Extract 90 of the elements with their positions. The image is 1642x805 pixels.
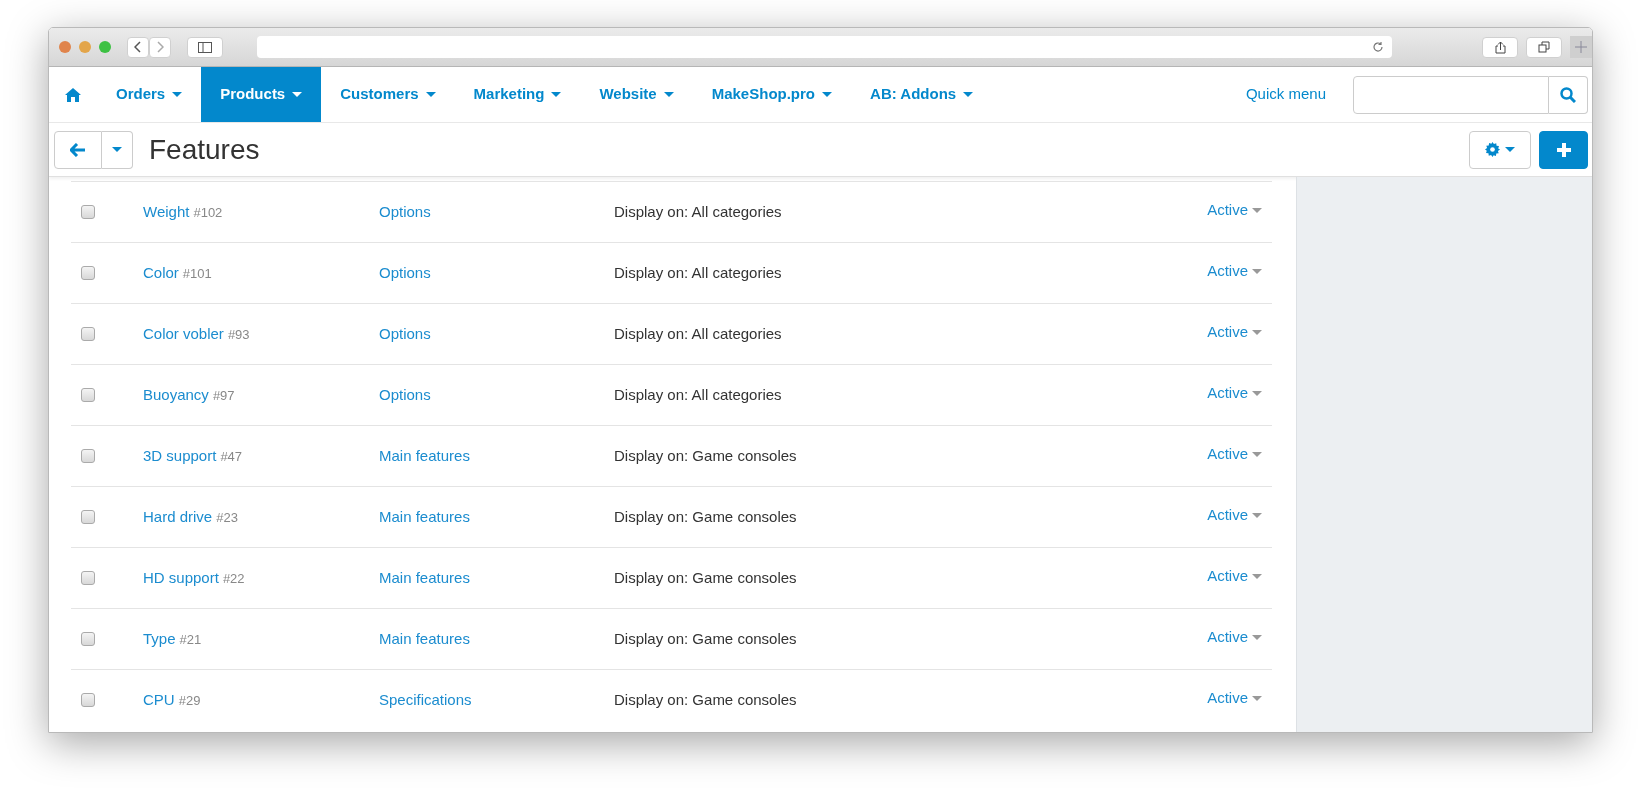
close-light-icon[interactable]	[59, 41, 71, 53]
display-on-text: Display on: Game consoles	[614, 628, 797, 649]
sidebar-icon	[198, 41, 212, 53]
address-field[interactable]	[257, 36, 1392, 58]
search-button[interactable]	[1549, 75, 1588, 114]
row-checkbox[interactable]	[81, 571, 95, 585]
forward-button[interactable]	[149, 36, 171, 58]
chevron-right-icon	[156, 41, 164, 53]
feature-name-link[interactable]: 3D support	[143, 444, 217, 468]
share-button[interactable]	[1482, 36, 1518, 58]
nav-menu-item[interactable]: Marketing	[454, 67, 581, 122]
display-on-text: Display on: Game consoles	[614, 567, 797, 588]
row-checkbox[interactable]	[81, 266, 95, 280]
status-dropdown[interactable]: Active	[1207, 442, 1262, 466]
feature-id: #22	[222, 569, 245, 588]
chevron-left-icon	[134, 41, 142, 53]
reload-icon[interactable]	[1372, 41, 1384, 53]
new-tab-button[interactable]	[1570, 36, 1592, 58]
plus-icon	[1556, 142, 1571, 157]
feature-id: #29	[178, 691, 201, 710]
row-checkbox[interactable]	[81, 632, 95, 646]
status-dropdown[interactable]: Active	[1207, 259, 1262, 283]
feature-group-link[interactable]: Main features	[379, 568, 470, 586]
row-checkbox[interactable]	[81, 205, 95, 219]
nav-menu-item[interactable]: Products	[201, 67, 322, 122]
nav-menu-item[interactable]: Orders	[97, 67, 202, 122]
back-button[interactable]	[127, 36, 149, 58]
display-on-text: Display on: Game consoles	[614, 689, 797, 710]
row-checkbox[interactable]	[81, 449, 95, 463]
sidebar-button[interactable]	[187, 36, 223, 58]
status-dropdown[interactable]: Active	[1207, 503, 1262, 527]
row-checkbox[interactable]	[81, 327, 95, 341]
status-dropdown[interactable]: Active	[1207, 625, 1262, 649]
feature-id: #97	[212, 386, 235, 405]
feature-id: #102	[193, 203, 223, 222]
search-field[interactable]	[1353, 75, 1549, 114]
nav-menu-item[interactable]: Website	[580, 67, 693, 122]
feature-name-link[interactable]: Color vobler	[143, 322, 224, 346]
page-title: Features	[149, 132, 260, 167]
status-dropdown[interactable]: Active	[1207, 686, 1262, 710]
minimize-light-icon[interactable]	[79, 41, 91, 53]
display-on-text: Display on: All categories	[614, 323, 782, 344]
feature-id: #93	[227, 325, 250, 344]
add-button[interactable]	[1539, 130, 1588, 169]
feature-name-link[interactable]: Weight	[143, 200, 190, 224]
nav-menu-item[interactable]: Customers	[321, 67, 455, 122]
nav-menu-item[interactable]: AB: Addons	[851, 67, 993, 122]
feature-name-link[interactable]: Color	[143, 261, 179, 285]
share-icon	[1494, 40, 1506, 54]
row-checkbox[interactable]	[81, 510, 95, 524]
search-icon	[1560, 86, 1576, 103]
tabs-icon	[1538, 41, 1550, 53]
feature-name-link[interactable]: Buoyancy	[143, 383, 209, 407]
feature-id: #21	[179, 630, 202, 649]
display-on-text: Display on: Game consoles	[614, 445, 797, 466]
feature-group-link[interactable]: Main features	[379, 446, 470, 464]
arrow-left-icon	[70, 142, 86, 157]
display-on-text: Display on: All categories	[614, 201, 782, 222]
feature-id: #101	[182, 264, 212, 283]
nav-menu-item[interactable]: MakeShop.pro	[692, 67, 852, 122]
status-dropdown[interactable]: Active	[1207, 564, 1262, 588]
back-button[interactable]	[54, 130, 102, 169]
feature-group-link[interactable]: Options	[379, 202, 431, 220]
feature-group-link[interactable]: Options	[379, 263, 431, 281]
status-dropdown[interactable]: Active	[1207, 381, 1262, 405]
row-checkbox[interactable]	[81, 388, 95, 402]
feature-group-link[interactable]: Options	[379, 324, 431, 342]
feature-name-link[interactable]: Type	[143, 627, 176, 651]
display-on-text: Display on: All categories	[614, 384, 782, 405]
feature-group-link[interactable]: Options	[379, 385, 431, 403]
feature-id: #23	[216, 508, 238, 527]
tabs-button[interactable]	[1526, 36, 1562, 58]
settings-button[interactable]	[1469, 130, 1531, 169]
feature-group-link[interactable]: Main features	[379, 507, 470, 525]
feature-group-link[interactable]: Main features	[379, 629, 470, 647]
quick-menu-link[interactable]: Quick menu	[1226, 67, 1345, 122]
feature-name-link[interactable]: HD support	[143, 566, 219, 590]
status-dropdown[interactable]: Active	[1207, 198, 1262, 222]
zoom-light-icon[interactable]	[99, 41, 111, 53]
gear-icon	[1485, 142, 1500, 157]
dropdown-button[interactable]	[102, 130, 133, 169]
feature-id: #47	[220, 447, 243, 466]
plus-icon	[1575, 41, 1587, 53]
feature-name-link[interactable]: CPU	[143, 688, 175, 712]
feature-group-link[interactable]: Specifications	[379, 690, 472, 708]
row-checkbox[interactable]	[81, 693, 95, 707]
status-dropdown[interactable]: Active	[1207, 320, 1262, 344]
display-on-text: Display on: All categories	[614, 262, 782, 283]
display-on-text: Display on: Game consoles	[614, 506, 797, 527]
feature-name-link[interactable]: Hard drive	[143, 505, 213, 529]
